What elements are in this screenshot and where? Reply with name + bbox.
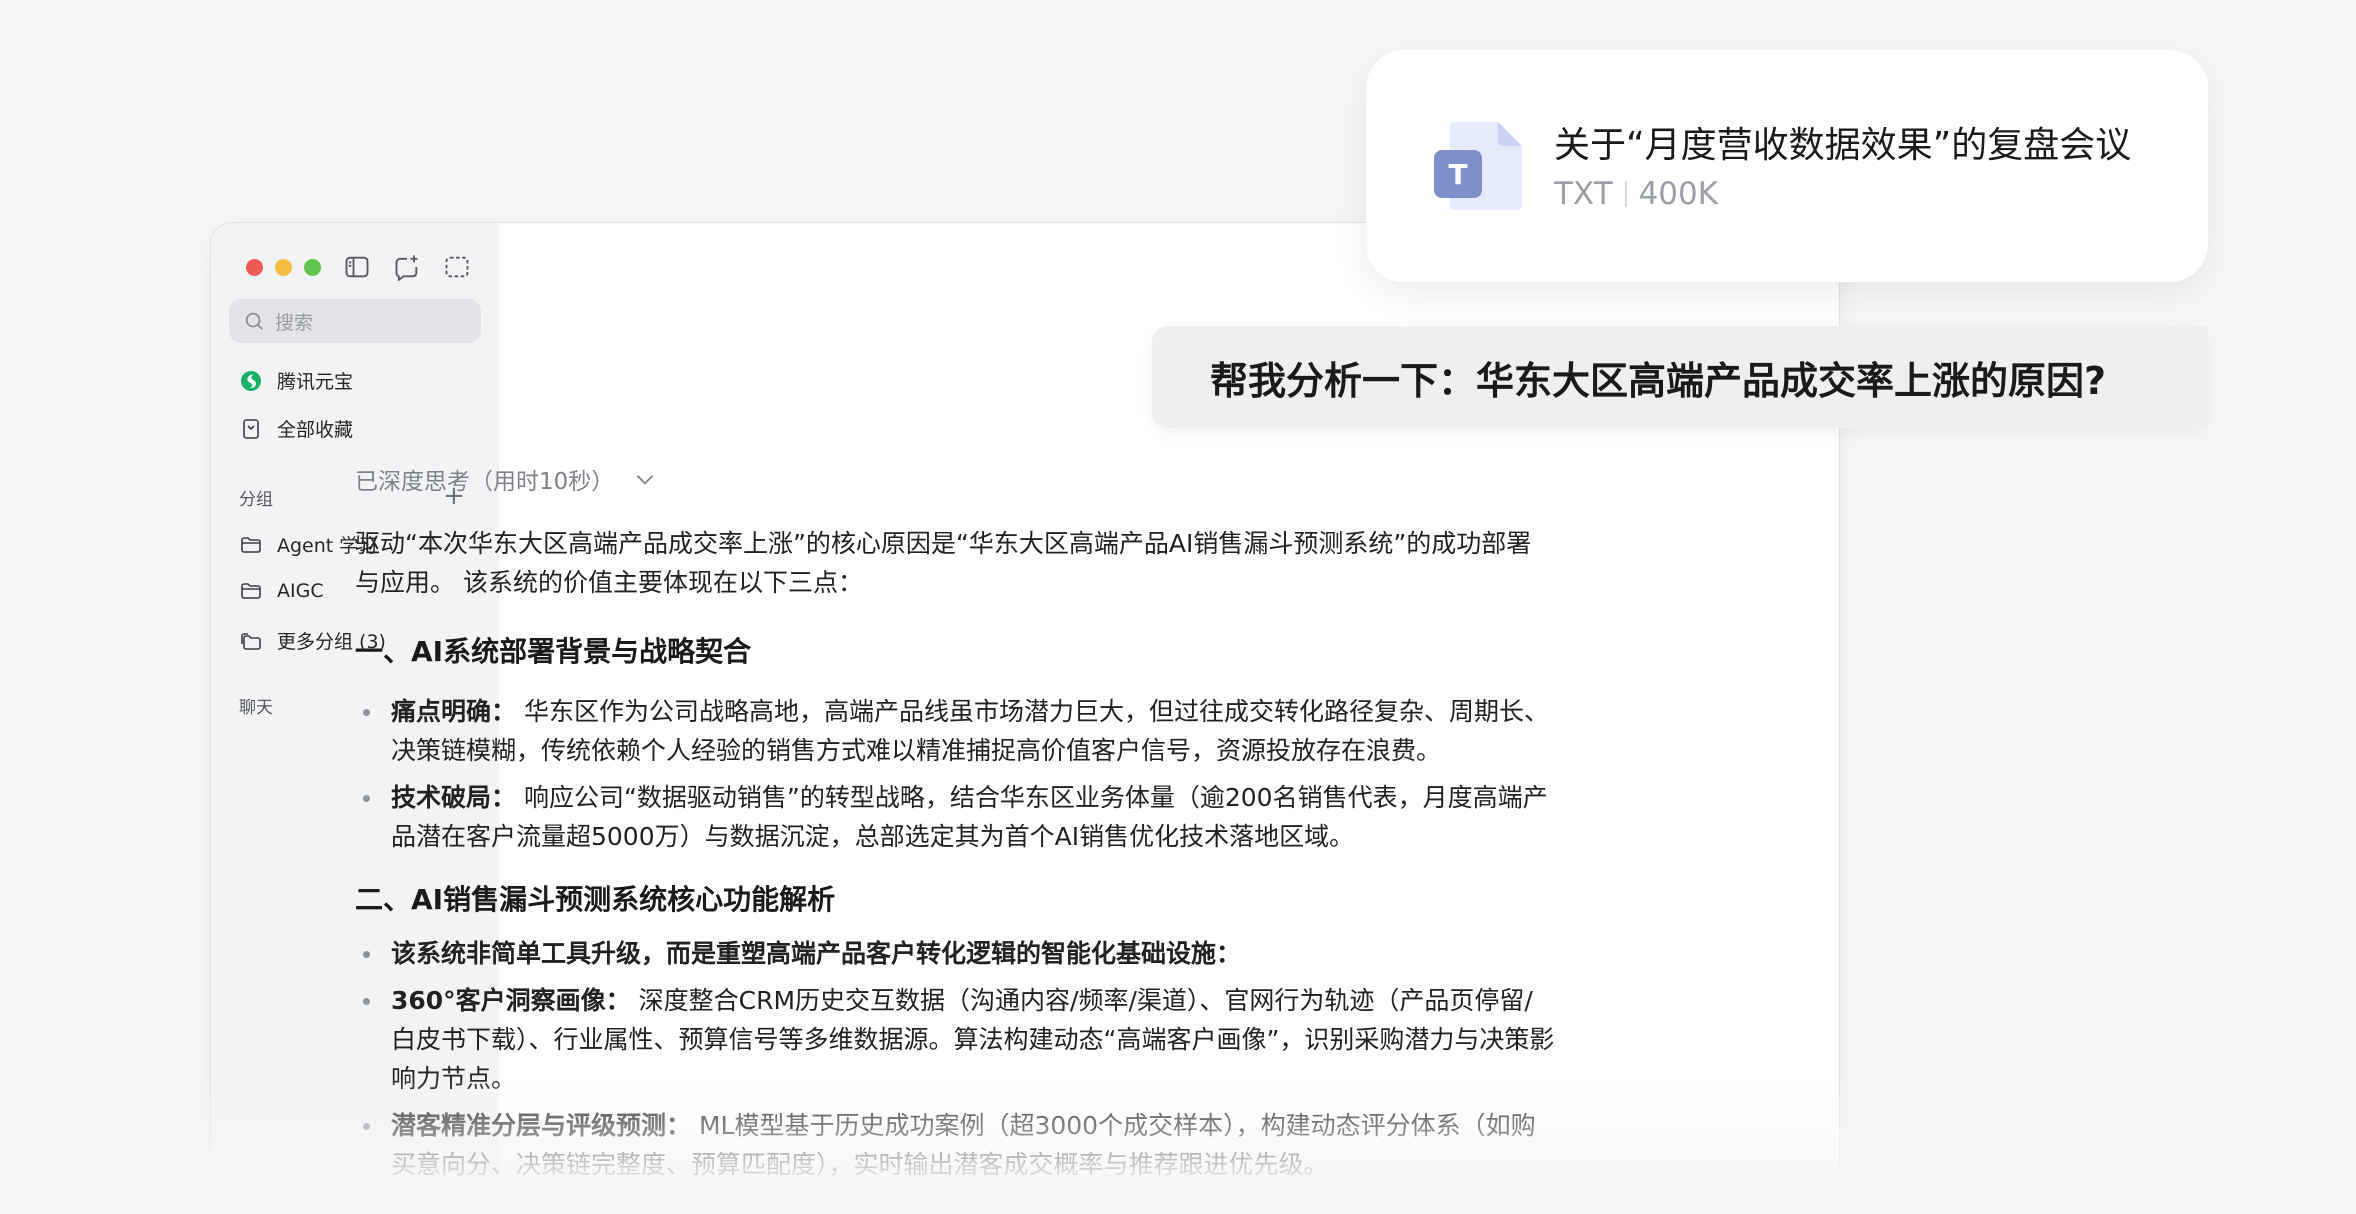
file-type: TXT (1554, 176, 1613, 212)
thinking-status[interactable]: 已深度思考（用时10秒） (355, 462, 658, 496)
section-heading: 二、AI销售漏斗预测系统核心功能解析 (355, 883, 836, 916)
section-bullets: 痛点明确： 华东区作为公司战略高地，高端产品线虽市场潜力巨大，但过往成交转化路径… (355, 692, 1555, 856)
sidebar-item-label: 腾讯元宝 (277, 371, 354, 393)
bookmark-icon (243, 418, 259, 439)
sidebar-item-favorites[interactable]: 全部收藏 (239, 415, 353, 442)
attached-file-card[interactable]: T 关于“月度营收数据效果”的复盘会议 TXT 400K (1366, 50, 2208, 282)
sidebar-item-label: 全部收藏 (277, 419, 354, 441)
file-meta: TXT 400K (1554, 176, 1718, 212)
user-question-text: 帮我分析一下：华东大区高端产品成交率上涨的原因? (1210, 358, 2107, 403)
file-title: 关于“月度营收数据效果”的复盘会议 (1554, 125, 2132, 166)
toggle-sidebar-icon[interactable] (343, 253, 371, 281)
sidebar-item-yuanbao[interactable]: 腾讯元宝 (239, 367, 353, 394)
bullet-text: 响应公司“数据驱动销售”的转型战略，结合华东区业务体量（逾200名销售代表，月度… (391, 783, 1548, 851)
section-heading: 一、AI系统部署背景与战略契合 (355, 635, 752, 668)
bullet-bold: 360°客户洞察画像： (391, 986, 631, 1015)
list-item: 该系统非简单工具升级，而是重塑高端产品客户转化逻辑的智能化基础设施： (355, 934, 1555, 973)
bullet-bold: 潜客精准分层与评级预测： (391, 1111, 692, 1140)
list-item: 360°客户洞察画像： 深度整合CRM历史交互数据（沟通内容/频率/渠道）、官网… (355, 981, 1555, 1098)
new-chat-icon[interactable] (393, 253, 421, 281)
search-input[interactable]: 搜索 (229, 299, 481, 343)
folder-icon (241, 583, 261, 599)
answer-content: 驱动“本次华东大区高端产品成交率上涨”的核心原因是“华东大区高端产品AI销售漏斗… (355, 524, 1555, 1184)
txt-file-icon: T (1434, 122, 1522, 210)
answer-intro: 驱动“本次华东大区高端产品成交率上涨”的核心原因是“华东大区高端产品AI销售漏斗… (355, 529, 1532, 597)
user-question-bubble: 帮我分析一下：华东大区高端产品成交率上涨的原因? (1152, 326, 2208, 428)
thinking-status-text: 已深度思考（用时10秒） (355, 469, 615, 495)
folder-icon (241, 536, 261, 553)
meta-divider (1624, 181, 1627, 207)
sidebar-group-aigc[interactable]: AIGC (239, 579, 324, 603)
yuanbao-logo-icon (241, 370, 261, 391)
file-icon-letter: T (1448, 158, 1467, 191)
list-item: 技术破局： 响应公司“数据驱动销售”的转型战略，结合华东区业务体量（逾200名销… (355, 778, 1555, 856)
chevron-down-icon (637, 475, 654, 485)
minimize-window-button[interactable] (275, 259, 292, 276)
list-item: 痛点明确： 华东区作为公司战略高地，高端产品线虽市场潜力巨大，但过往成交转化路径… (355, 692, 1555, 770)
file-size: 400K (1638, 176, 1719, 212)
close-window-button[interactable] (246, 259, 263, 276)
list-item: 潜客精准分层与评级预测： ML模型基于历史成功案例（超3000个成交样本），构建… (355, 1106, 1555, 1184)
bullet-bold: 技术破局： (391, 783, 517, 812)
folders-icon (241, 632, 261, 650)
window-controls (246, 259, 321, 276)
bullet-bold: 痛点明确： (391, 697, 517, 726)
search-icon (245, 312, 263, 330)
sidebar-toolbar (343, 253, 471, 281)
section-bullets: 该系统非简单工具升级，而是重塑高端产品客户转化逻辑的智能化基础设施： 360°客… (355, 934, 1555, 1184)
sidebar-item-label: AIGC (277, 580, 324, 602)
screenshot-select-icon[interactable] (443, 253, 471, 281)
bullet-bold: 该系统非简单工具升级，而是重塑高端产品客户转化逻辑的智能化基础设施： (391, 939, 1242, 968)
maximize-window-button[interactable] (304, 259, 321, 276)
bullet-text: 华东区作为公司战略高地，高端产品线虽市场潜力巨大，但过往成交转化路径复杂、周期长… (391, 697, 1549, 765)
group-section-label: 分组 (239, 490, 273, 510)
search-placeholder: 搜索 (275, 311, 314, 334)
chat-section-label: 聊天 (239, 698, 273, 718)
